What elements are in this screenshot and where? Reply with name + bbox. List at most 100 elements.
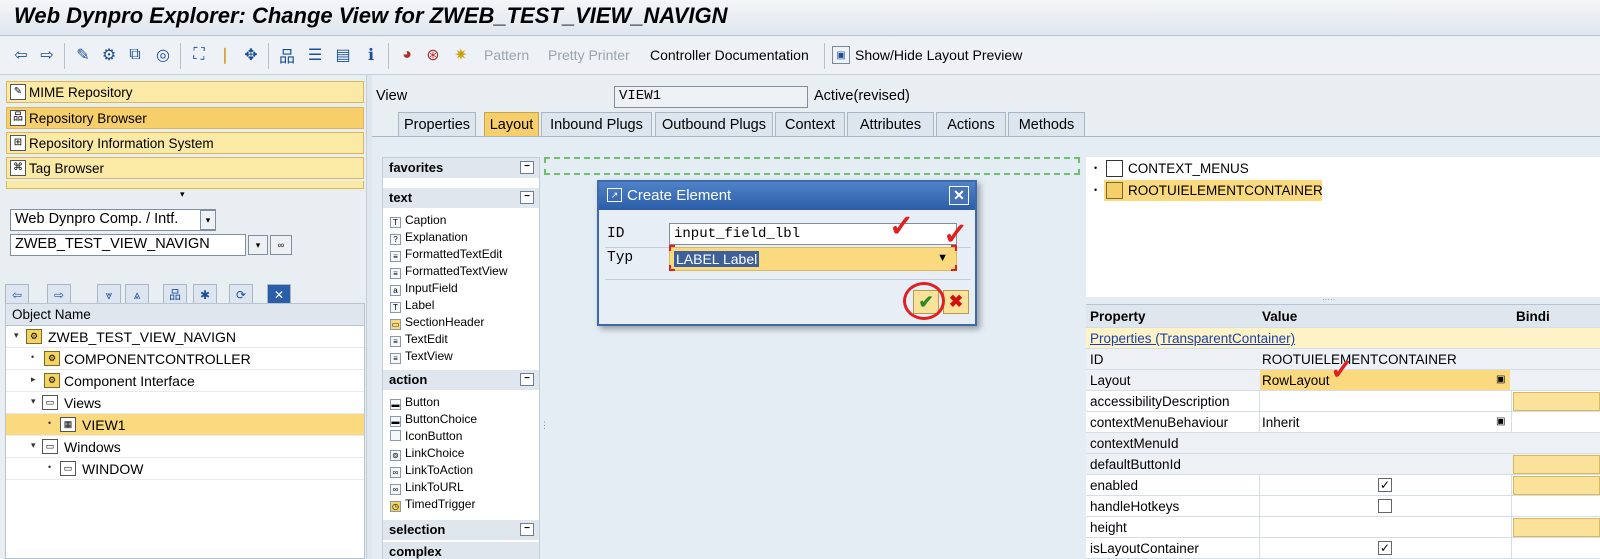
tab-context[interactable]: Context xyxy=(775,112,845,137)
tree-toggle[interactable]: ▾ xyxy=(31,396,36,407)
pattern-button[interactable]: Pattern xyxy=(484,47,529,63)
navigator-icon[interactable]: ❘ xyxy=(214,44,236,66)
binding-button[interactable] xyxy=(1513,392,1600,411)
wand-icon[interactable]: ✷ xyxy=(450,44,472,66)
collapse-icon[interactable]: − xyxy=(520,191,534,204)
test-icon[interactable]: ◕ xyxy=(396,44,418,66)
palette-item-timedtrigger[interactable]: ◷ TimedTrigger xyxy=(390,497,475,512)
binding-button[interactable] xyxy=(1513,518,1600,537)
controller-documentation-button[interactable]: Controller Documentation xyxy=(650,47,809,63)
palette-item-iconbutton[interactable]: IconButton xyxy=(390,429,462,443)
tree-node[interactable]: ▾ ⚙ ZWEB_TEST_VIEW_NAVIGN xyxy=(6,326,364,348)
palette-item-caption[interactable]: T Caption xyxy=(390,213,446,228)
palette-section-selection[interactable]: selection − xyxy=(383,520,539,540)
repository-information-system-button[interactable]: ⊞ Repository Information System xyxy=(6,132,364,154)
pretty-printer-button[interactable]: Pretty Printer xyxy=(548,47,630,63)
display-change-icon[interactable]: ⚙ xyxy=(98,44,120,66)
property-row[interactable]: defaultButtonId xyxy=(1086,454,1600,475)
edit-icon[interactable]: ✎ xyxy=(72,44,94,66)
mime-repository-button[interactable]: ✎ MIME Repository xyxy=(6,81,364,103)
chevron-down-icon[interactable]: ▼ xyxy=(937,252,948,264)
info-icon[interactable]: ℹ xyxy=(360,44,382,66)
tab-methods[interactable]: Methods xyxy=(1008,112,1085,137)
palette-item-explanation[interactable]: ? Explanation xyxy=(390,230,468,245)
palette-item-buttonchoice[interactable]: ▬ ButtonChoice xyxy=(390,412,477,427)
palette-item-textedit[interactable]: ≡ TextEdit xyxy=(390,332,448,347)
collapse-icon[interactable]: − xyxy=(520,161,534,174)
tag-browser-button[interactable]: ⌘ Tag Browser xyxy=(6,157,364,179)
tree-toggle[interactable]: • xyxy=(31,352,34,362)
binding-button[interactable] xyxy=(1513,455,1600,474)
tree-toggle[interactable]: ▸ xyxy=(31,374,36,385)
palette-item-linktourl[interactable]: ∞ LinkToURL xyxy=(390,480,464,495)
tree-node-context-menus[interactable]: CONTEXT_MENUS xyxy=(1128,161,1249,176)
palette-item-textview[interactable]: ≡ TextView xyxy=(390,349,453,364)
collapse-icon[interactable]: − xyxy=(520,373,534,386)
tree-node[interactable]: ▾ ▭ Windows xyxy=(6,436,364,458)
property-row[interactable]: enabled ✓ xyxy=(1086,475,1600,496)
palette-item-inputfield[interactable]: a InputField xyxy=(390,281,458,296)
web-icon[interactable]: ⊛ xyxy=(422,44,444,66)
palette-item-button[interactable]: ▬ Button xyxy=(390,395,440,410)
layout-container-checkbox[interactable]: ✓ xyxy=(1378,541,1392,555)
tree-node[interactable]: ▸ ⚙ Component Interface xyxy=(6,370,364,392)
list-icon[interactable]: ▤ xyxy=(332,44,354,66)
where-used-icon[interactable]: ◎ xyxy=(152,44,174,66)
splitter-handle[interactable]: ⋮ xyxy=(540,420,549,431)
close-icon[interactable]: ✕ xyxy=(949,186,969,205)
tree-node-selected[interactable]: • ▦ VIEW1 xyxy=(6,414,364,436)
object-type-select[interactable]: Web Dynpro Comp. / Intf. xyxy=(10,209,216,231)
palette-item-formattedtextedit[interactable]: ≡ FormattedTextEdit xyxy=(390,247,502,262)
display-glasses-icon[interactable]: ∞ xyxy=(270,235,292,255)
palette-section-complex[interactable]: complex xyxy=(383,542,539,559)
cancel-button[interactable]: ✖ xyxy=(943,290,969,314)
palette-section-favorites[interactable]: favorites − xyxy=(383,158,539,178)
show-hide-layout-preview-button[interactable]: Show/Hide Layout Preview xyxy=(855,47,1022,63)
collapse-icon[interactable]: − xyxy=(520,523,534,536)
view-name-field[interactable]: VIEW1 xyxy=(614,86,808,108)
property-group-row[interactable]: Properties (TransparentContainer) xyxy=(1086,328,1600,349)
chevron-down-icon[interactable]: ▾ xyxy=(200,210,216,230)
expand-chevron-icon[interactable]: ▾ xyxy=(180,189,185,200)
enabled-checkbox[interactable]: ✓ xyxy=(1378,478,1392,492)
palette-item-sectionheader[interactable]: ▭ SectionHeader xyxy=(390,315,484,330)
tree-node[interactable]: ▾ ▭ Views xyxy=(6,392,364,414)
palette-item-linkchoice[interactable]: ⊚ LinkChoice xyxy=(390,446,464,461)
property-row[interactable]: contextMenuBehaviour Inherit ▣ xyxy=(1086,412,1600,433)
tree-node[interactable]: • ⚙ COMPONENTCONTROLLER xyxy=(6,348,364,370)
property-row[interactable]: isLayoutContainer ✓ xyxy=(1086,538,1600,559)
tree-toggle[interactable]: ▾ xyxy=(31,440,36,451)
tab-layout[interactable]: Layout xyxy=(484,112,539,137)
property-row[interactable]: accessibilityDescription xyxy=(1086,391,1600,412)
tab-inbound-plugs[interactable]: Inbound Plugs xyxy=(541,112,652,137)
hierarchy-icon[interactable]: 品 xyxy=(276,44,298,66)
property-row[interactable]: height xyxy=(1086,517,1600,538)
tree-toggle[interactable]: • xyxy=(48,462,51,472)
tree-toggle[interactable]: ▾ xyxy=(14,330,19,341)
palette-section-text[interactable]: text − xyxy=(383,188,539,208)
tab-outbound-plugs[interactable]: Outbound Plugs xyxy=(655,112,773,137)
splitter-handle[interactable]: ····· xyxy=(1322,295,1335,304)
tab-attributes[interactable]: Attributes xyxy=(847,112,934,137)
back-icon[interactable]: ⇦ xyxy=(10,44,32,66)
tree-toggle[interactable]: • xyxy=(48,418,51,428)
handle-hotkeys-checkbox[interactable] xyxy=(1378,499,1392,513)
layout-preview-icon[interactable]: ▣ xyxy=(832,46,850,64)
tree-node[interactable]: • ▭ WINDOW xyxy=(6,458,364,480)
palette-item-label[interactable]: T Label xyxy=(390,298,434,313)
repository-browser-button[interactable]: 品 Repository Browser xyxy=(6,107,364,129)
property-row[interactable]: contextMenuId xyxy=(1086,433,1600,454)
palette-item-linktoaction[interactable]: ∞ LinkToAction xyxy=(390,463,473,478)
display-object-list-icon[interactable]: ✥ xyxy=(240,44,262,66)
value-help-icon[interactable]: ▣ xyxy=(1496,416,1505,427)
palette-section-action[interactable]: action − xyxy=(383,370,539,390)
value-help-icon[interactable]: ▣ xyxy=(1496,374,1505,385)
binding-button[interactable] xyxy=(1513,476,1600,495)
tab-actions[interactable]: Actions xyxy=(936,112,1006,137)
activate-icon[interactable]: ⧉ xyxy=(124,44,146,66)
chevron-down-icon[interactable]: ▾ xyxy=(248,235,268,255)
stack-icon[interactable]: ☰ xyxy=(304,44,326,66)
layout-drop-area[interactable] xyxy=(544,157,1080,175)
forward-icon[interactable]: ⇨ xyxy=(36,44,58,66)
object-name-input[interactable]: ZWEB_TEST_VIEW_NAVIGN xyxy=(10,234,246,256)
